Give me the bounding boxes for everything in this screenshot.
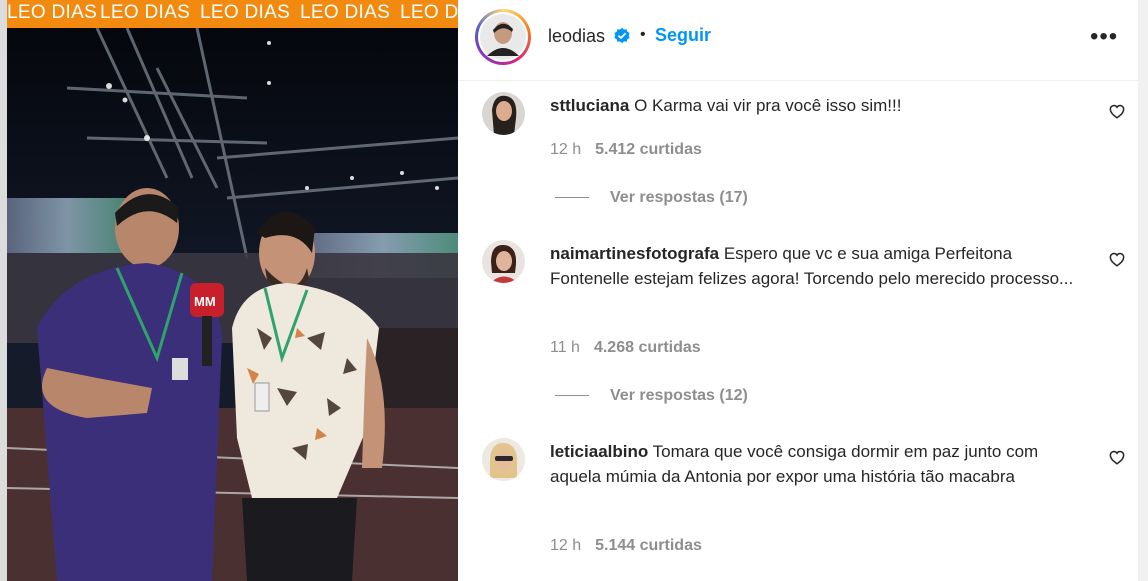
view-replies-button[interactable]: Ver respostas (17) bbox=[555, 189, 748, 207]
verified-badge-icon bbox=[614, 27, 630, 44]
like-heart-icon[interactable] bbox=[1109, 252, 1125, 267]
comment-body: leticiaalbino Tomara que você consiga do… bbox=[550, 439, 1080, 489]
comment-time: 12 h bbox=[550, 537, 582, 554]
post-photo: MM bbox=[7, 28, 458, 581]
follow-button[interactable]: Seguir bbox=[655, 25, 711, 46]
commenter-username[interactable]: naimartinesfotografa bbox=[550, 244, 719, 263]
view-replies-label: Ver respostas (12) bbox=[610, 387, 748, 404]
watermark-text: LEO DIAS bbox=[200, 2, 291, 23]
watermark-text: LEO DIAS bbox=[7, 2, 98, 23]
like-heart-icon[interactable] bbox=[1109, 450, 1125, 465]
separator-dot: • bbox=[640, 26, 646, 43]
comment-time: 11 h bbox=[550, 339, 580, 356]
commenter-username[interactable]: leticiaalbino bbox=[550, 442, 648, 461]
author-avatar-image bbox=[480, 14, 526, 60]
comment-meta: 11 h 4.268 curtidas bbox=[550, 339, 701, 357]
view-replies-button[interactable]: Ver respostas (12) bbox=[555, 387, 748, 405]
commenter-avatar[interactable] bbox=[482, 438, 525, 481]
comment-meta: 12 h 5.412 curtidas bbox=[550, 141, 702, 159]
commenter-username[interactable]: sttluciana bbox=[550, 96, 629, 115]
commenter-avatar[interactable] bbox=[482, 240, 525, 283]
author-username[interactable]: leodias bbox=[548, 26, 605, 47]
view-replies-label: Ver respostas (17) bbox=[610, 189, 748, 206]
comment-body: naimartinesfotografa Espero que vc e sua… bbox=[550, 241, 1080, 291]
more-options-icon[interactable]: ••• bbox=[1090, 22, 1118, 52]
watermark-bar: LEO DIAS LEO DIAS LEO DIAS LEO DIAS LEO … bbox=[7, 0, 458, 28]
comment-likes[interactable]: 5.412 curtidas bbox=[595, 141, 702, 158]
comment-time: 12 h bbox=[550, 141, 582, 158]
comment-likes[interactable]: 5.144 curtidas bbox=[595, 537, 702, 554]
replies-divider bbox=[555, 197, 589, 199]
microphone-logo: MM bbox=[194, 294, 216, 309]
post-media[interactable]: LEO DIAS LEO DIAS LEO DIAS LEO DIAS LEO … bbox=[0, 0, 458, 581]
scrollbar-track[interactable] bbox=[1138, 0, 1148, 581]
watermark-text: LEO DIAS bbox=[300, 2, 391, 23]
watermark-text: LEO DIAS bbox=[100, 2, 191, 23]
comment-text: O Karma vai vir pra você isso sim!!! bbox=[634, 96, 902, 115]
media-edge bbox=[0, 0, 7, 581]
comment-meta: 12 h 5.144 curtidas bbox=[550, 537, 702, 555]
comment-body: sttluciana O Karma vai vir pra você isso… bbox=[550, 93, 1080, 118]
commenter-avatar[interactable] bbox=[482, 92, 525, 135]
comments-panel: leodias • Seguir ••• sttluciana O Karma … bbox=[458, 0, 1138, 581]
post-header: leodias • Seguir ••• bbox=[458, 0, 1138, 81]
author-avatar[interactable] bbox=[475, 9, 531, 65]
comment-likes[interactable]: 4.268 curtidas bbox=[594, 339, 701, 356]
watermark-text: LEO DIAS bbox=[400, 2, 458, 23]
like-heart-icon[interactable] bbox=[1109, 104, 1125, 119]
replies-divider bbox=[555, 395, 589, 397]
